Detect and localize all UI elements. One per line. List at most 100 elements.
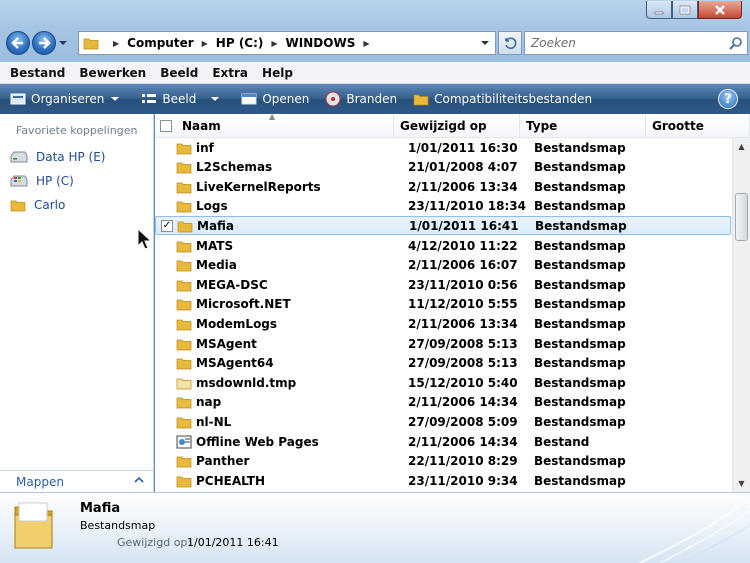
file-row[interactable]: MSAgent64 27/09/2008 5:13 Bestandsmap — [155, 354, 731, 373]
help-icon[interactable]: ? — [718, 89, 738, 109]
breadcrumb-separator-icon[interactable]: ▶ — [363, 39, 369, 48]
folder-icon — [176, 358, 192, 370]
file-row[interactable]: msdownld.tmp 15/12/2010 5:40 Bestandsmap — [155, 373, 731, 392]
detail-modified-label: Gewijzigd op: — [117, 536, 192, 549]
breadcrumb-computer[interactable]: Computer — [127, 36, 193, 50]
file-date: 23/11/2010 18:34 — [408, 199, 526, 214]
file-row[interactable]: MATS 4/12/2010 11:22 Bestandsmap — [155, 236, 731, 255]
column-name[interactable]: Naam — [176, 113, 394, 138]
file-name: MEGA-DSC — [196, 277, 268, 292]
file-row[interactable]: Microsoft.NET 11/12/2010 5:55 Bestandsmap — [155, 295, 731, 314]
open-button[interactable]: Openen — [241, 92, 309, 106]
burn-button[interactable]: Branden — [325, 91, 397, 107]
file-row[interactable]: nap 2/11/2006 14:34 Bestandsmap — [155, 393, 731, 412]
compatibility-files-button[interactable]: Compatibiliteitsbestanden — [413, 92, 592, 106]
scroll-up-icon[interactable]: ▲ — [733, 138, 750, 155]
file-name: MSAgent — [196, 336, 257, 351]
breadcrumb-windows[interactable]: WINDOWS — [286, 36, 356, 50]
select-all-checkbox[interactable] — [160, 119, 172, 132]
file-row[interactable]: ModemLogs 2/11/2006 13:34 Bestandsmap — [155, 314, 731, 333]
breadcrumb-separator-icon[interactable]: ▶ — [271, 39, 277, 48]
folder-icon — [176, 260, 192, 272]
file-date: 27/09/2008 5:13 — [408, 356, 518, 371]
forward-arrow-icon[interactable] — [32, 31, 56, 55]
search-input[interactable]: Zoeken — [524, 31, 748, 55]
breadcrumb-separator-icon[interactable]: ▶ — [113, 39, 119, 48]
file-type: Bestandsmap — [534, 375, 626, 390]
view-button[interactable]: Beeld — [141, 92, 225, 106]
folder-icon — [177, 221, 193, 233]
offline-pages-icon — [176, 435, 192, 448]
close-icon[interactable] — [698, 1, 742, 19]
scrollbar-thumb[interactable] — [735, 193, 748, 241]
row-checkbox[interactable]: ✓ — [161, 219, 173, 232]
file-name: nl-NL — [196, 414, 232, 429]
minimize-icon[interactable] — [646, 1, 672, 19]
refresh-icon[interactable] — [498, 31, 522, 55]
column-date[interactable]: Gewijzigd op — [394, 113, 520, 138]
file-type: Bestandsmap — [534, 238, 626, 253]
file-name-cell: Mafia — [173, 219, 403, 233]
file-row[interactable]: Media 2/11/2006 16:07 Bestandsmap — [155, 256, 731, 275]
scroll-down-icon[interactable]: ▼ — [733, 475, 750, 492]
folders-label: Mappen — [16, 474, 64, 489]
file-row[interactable]: LiveKernelReports 2/11/2006 13:34 Bestands… — [155, 177, 731, 196]
file-name: L2Schemas — [196, 160, 273, 175]
address-dropdown-icon[interactable] — [475, 32, 495, 54]
file-name-cell: PCHEALTH — [172, 474, 402, 488]
folder-icon — [176, 476, 192, 488]
file-row[interactable]: MEGA-DSC 23/11/2010 0:56 Bestandsmap — [155, 275, 731, 294]
file-row[interactable]: inf 1/01/2011 16:30 Bestandsmap — [155, 138, 731, 157]
file-date: 23/11/2010 0:56 — [408, 277, 518, 292]
menu-extra[interactable]: Extra — [212, 66, 248, 80]
organize-button[interactable]: Organiseren — [10, 92, 125, 106]
folder-icon — [14, 502, 53, 549]
vertical-scrollbar[interactable]: ▲ ▼ — [732, 138, 750, 492]
back-arrow-icon[interactable] — [6, 31, 30, 55]
file-row[interactable]: L2Schemas 21/01/2008 4:07 Bestandsmap — [155, 158, 731, 177]
chevron-up-icon[interactable] — [133, 474, 145, 486]
navigation-row: ▶ Computer ▶ HP (C:) ▶ WINDOWS ▶ Zoeken — [6, 30, 748, 56]
file-date: 23/11/2010 9:34 — [408, 473, 518, 488]
breadcrumb-drive[interactable]: HP (C:) — [216, 36, 264, 50]
folder-icon — [176, 280, 192, 292]
file-row[interactable]: MSAgent 27/09/2008 5:13 Bestandsmap — [155, 334, 731, 353]
file-type: Bestandsmap — [534, 473, 626, 488]
file-name: Panther — [196, 454, 250, 469]
folder-icon — [176, 378, 192, 390]
file-row[interactable]: Logs 23/11/2010 18:34 Bestandsmap — [155, 197, 731, 216]
search-icon[interactable] — [729, 36, 743, 50]
file-name: nap — [196, 395, 222, 410]
breadcrumb-separator-icon[interactable]: ▶ — [202, 39, 208, 48]
recent-pages-dropdown-icon[interactable] — [58, 31, 68, 55]
chevron-down-icon — [211, 97, 220, 101]
file-name-cell: MEGA-DSC — [172, 278, 402, 292]
nav-link-label: HP (C) — [36, 174, 74, 188]
menu-bestand[interactable]: Bestand — [10, 66, 65, 80]
file-date: 22/11/2010 8:29 — [408, 454, 518, 469]
file-row[interactable]: Offline Web Pages 2/11/2006 14:34 Bestand — [155, 432, 731, 451]
file-name: Logs — [196, 199, 228, 214]
file-row[interactable]: nl-NL 27/09/2008 5:09 Bestandsmap — [155, 412, 731, 431]
maximize-icon[interactable] — [672, 1, 698, 19]
menu-help[interactable]: Help — [262, 66, 293, 80]
file-type: Bestandsmap — [535, 218, 627, 233]
file-type: Bestandsmap — [534, 316, 626, 331]
menu-beeld[interactable]: Beeld — [160, 66, 198, 80]
nav-link-hp-c[interactable]: HP (C) — [0, 169, 153, 193]
column-size[interactable]: Grootte — [646, 113, 750, 138]
column-type[interactable]: Type — [520, 113, 646, 138]
file-date: 27/09/2008 5:09 — [408, 414, 518, 429]
file-name-cell: Logs — [172, 199, 402, 213]
folders-toggle[interactable]: Mappen — [0, 470, 153, 492]
file-name-cell: nl-NL — [172, 415, 402, 429]
menu-bewerken[interactable]: Bewerken — [79, 66, 146, 80]
address-bar[interactable]: ▶ Computer ▶ HP (C:) ▶ WINDOWS ▶ — [78, 31, 496, 55]
nav-link-carlo[interactable]: Carlo — [0, 193, 153, 217]
file-row[interactable]: Panther 22/11/2010 8:29 Bestandsmap — [155, 452, 731, 471]
file-row[interactable]: ✓ Mafia 1/01/2011 16:41 Bestandsmap — [155, 216, 731, 236]
file-name: inf — [196, 140, 214, 155]
file-row[interactable]: PCHEALTH 23/11/2010 9:34 Bestandsmap — [155, 471, 731, 490]
file-date: 2/11/2006 14:34 — [408, 434, 518, 449]
nav-link-data-hp-e[interactable]: Data HP (E) — [0, 145, 153, 169]
